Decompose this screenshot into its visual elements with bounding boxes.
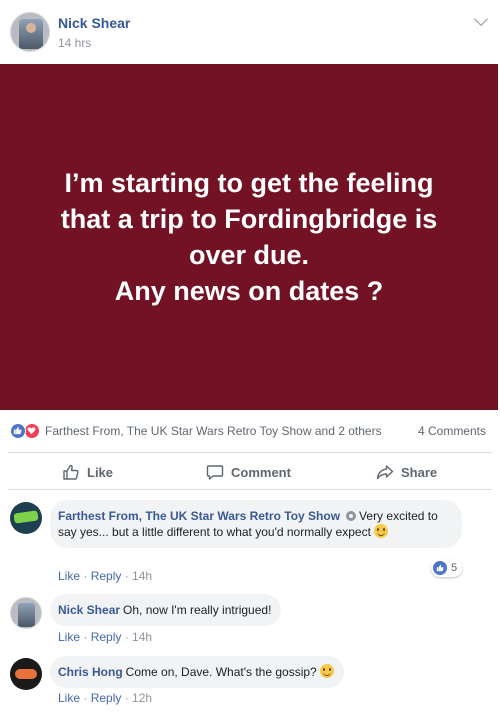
commenter-avatar[interactable] (10, 502, 42, 534)
share-icon (376, 465, 394, 480)
comments-count[interactable]: 4 Comments (418, 424, 486, 438)
comment-label: Comment (231, 464, 291, 480)
verified-badge-icon (346, 511, 357, 521)
love-reaction-icon[interactable] (24, 423, 40, 439)
post-text-line: I’m starting to get the feeling (64, 168, 434, 198)
post-header: Nick Shear 14 hrs (0, 0, 500, 64)
comment-meta: Like · Reply · 12h (58, 691, 153, 705)
comment-meta: Like · Reply · 14h (58, 630, 153, 644)
like-button[interactable]: Like (62, 453, 113, 491)
post-text: I’m starting to get the feeling that a t… (29, 165, 469, 309)
commenter-avatar[interactable] (10, 597, 42, 629)
comment-reply-link[interactable]: Reply (91, 691, 122, 705)
post-text-background: I’m starting to get the feeling that a t… (0, 64, 498, 410)
comment-meta: Like · Reply · 14h (58, 569, 153, 583)
author-name[interactable]: Nick Shear (58, 15, 130, 31)
comment-time[interactable]: 14h (132, 569, 152, 583)
comment-bubble: Farthest From, The UK Star Wars Retro To… (50, 500, 462, 548)
comment-reaction-count: 5 (451, 562, 458, 574)
comment-reply-link[interactable]: Reply (91, 630, 122, 644)
author-avatar[interactable] (10, 12, 50, 52)
comment-text: Oh, now I'm really intrigued! (123, 603, 272, 617)
comment-bubble: Nick Shear Oh, now I'm really intrigued! (50, 594, 282, 626)
comment-like-link[interactable]: Like (58, 569, 80, 583)
comment-bubble: Chris Hong Come on, Dave. What's the goss… (50, 656, 344, 688)
share-button[interactable]: Share (376, 453, 437, 491)
reactors-summary[interactable]: Farthest From, The UK Star Wars Retro To… (45, 424, 382, 438)
grin-emoji-icon (319, 664, 334, 678)
comment-icon (206, 465, 224, 480)
comment-text: Come on, Dave. What's the gossip? (125, 665, 317, 679)
commenter-name[interactable]: Chris Hong (58, 665, 123, 679)
comment-time[interactable]: 12h (132, 691, 152, 705)
like-label: Like (87, 464, 114, 480)
comment-time[interactable]: 14h (132, 630, 152, 644)
comment-like-link[interactable]: Like (58, 630, 80, 644)
like-reaction-icon[interactable] (10, 423, 26, 439)
like-reaction-icon (433, 561, 447, 575)
share-label: Share (401, 464, 438, 480)
post-text-line: that a trip to Fordingbridge is (60, 204, 438, 234)
commenter-avatar[interactable] (10, 658, 42, 690)
smile-emoji-icon (373, 524, 388, 538)
comment-reply-link[interactable]: Reply (91, 569, 122, 583)
post-text-line: over due. (188, 240, 310, 270)
post-timestamp[interactable]: 14 hrs (58, 36, 91, 50)
reactions-bar: Farthest From, The UK Star Wars Retro To… (0, 418, 500, 444)
comment-reaction-badge[interactable]: 5 (431, 559, 463, 577)
action-bar: Like Comment Share (8, 452, 492, 490)
post-text-line: Any news on dates ? (114, 276, 384, 306)
chevron-down-icon[interactable] (473, 11, 489, 27)
thumbs-up-icon (63, 464, 79, 480)
comment-button[interactable]: Comment (206, 453, 291, 491)
commenter-name[interactable]: Nick Shear (58, 603, 120, 617)
commenter-name[interactable]: Farthest From, The UK Star Wars Retro To… (58, 509, 340, 523)
comment-like-link[interactable]: Like (58, 691, 80, 705)
